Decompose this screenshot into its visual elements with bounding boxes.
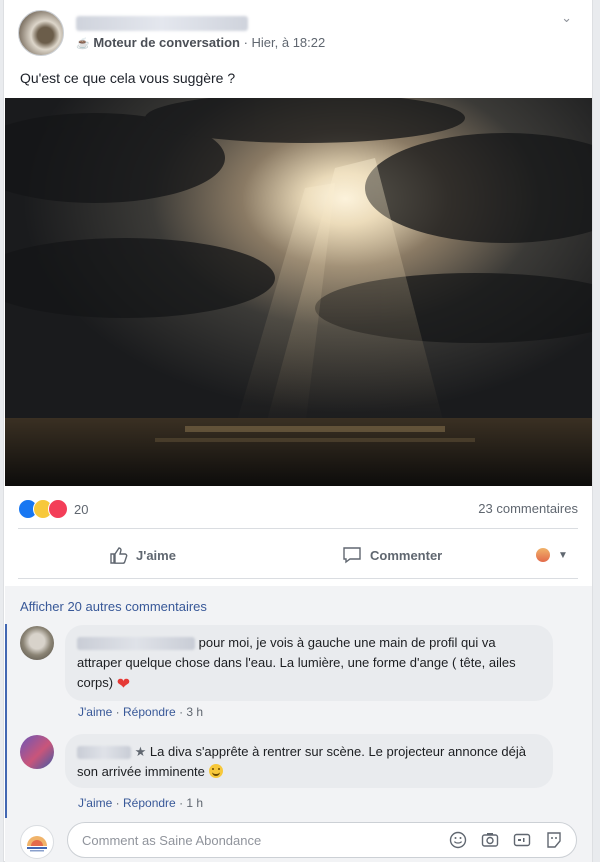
page-avatar-small-icon <box>536 548 550 562</box>
sticker-icon[interactable] <box>544 830 564 850</box>
commenter-name-blurred[interactable] <box>77 746 131 760</box>
post-header: ☕ Moteur de conversation · Hier, à 18:22… <box>18 10 578 58</box>
group-icon: ☕ <box>76 38 90 50</box>
composer-icons <box>448 830 564 850</box>
smile-emoji-icon <box>208 764 223 778</box>
group-name[interactable]: Moteur de conversation <box>93 35 240 50</box>
comment-bubble: pour moi, je vois à gauche une main de p… <box>65 625 553 701</box>
view-more-comments-link[interactable]: Afficher 20 autres commentaires <box>20 599 207 614</box>
separator-dot: · <box>115 796 123 810</box>
post-photo[interactable] <box>5 98 592 486</box>
post-time[interactable]: · Hier, à 18:22 <box>240 35 326 50</box>
commenter-avatar[interactable] <box>20 735 54 769</box>
chevron-down-icon[interactable]: ⌄ <box>561 10 572 26</box>
comment-age[interactable]: 3 h <box>186 705 203 719</box>
comment-reply-link[interactable]: Répondre <box>123 796 176 810</box>
post-card: ☕ Moteur de conversation · Hier, à 18:22… <box>3 0 593 862</box>
comment-bubble: ★ La diva s'apprête à rentrer sur scène.… <box>65 734 553 788</box>
comment-footer: J'aime · Répondre · 3 h <box>78 705 203 719</box>
commenter-name-blurred[interactable] <box>77 637 195 651</box>
author-avatar[interactable] <box>18 10 64 56</box>
sunrise-logo-icon <box>27 836 47 852</box>
gif-icon[interactable] <box>512 830 532 850</box>
comment-footer: J'aime · Répondre · 1 h <box>78 796 203 810</box>
comment-age[interactable]: 1 h <box>186 796 203 810</box>
heart-emoji-icon: ❤ <box>116 676 131 693</box>
divider <box>18 528 578 529</box>
star-icon: ★ <box>134 744 147 759</box>
comment-button[interactable]: Commenter <box>342 537 442 573</box>
emoji-icon[interactable] <box>448 830 468 850</box>
comment-like-link[interactable]: J'aime <box>78 705 112 719</box>
composer-placeholder: Comment as Saine Abondance <box>82 833 262 848</box>
page-avatar[interactable] <box>20 825 54 859</box>
caret-down-icon: ▼ <box>558 549 568 561</box>
comment-label: Commenter <box>370 547 443 563</box>
like-button[interactable]: J'aime <box>108 537 176 573</box>
thread-highlight-bar <box>5 624 7 818</box>
comment-like-link[interactable]: J'aime <box>78 796 112 810</box>
post-text: Qu'est ce que cela vous suggère ? <box>20 70 236 86</box>
commenter-avatar[interactable] <box>20 626 54 660</box>
post-meta: ☕ Moteur de conversation · Hier, à 18:22 <box>76 35 325 50</box>
reaction-count[interactable]: 20 <box>74 502 88 517</box>
comment-count[interactable]: 23 commentaires <box>478 501 578 516</box>
thumbs-up-icon <box>110 547 128 564</box>
reaction-counts-row: 20 23 commentaires <box>18 498 578 520</box>
comment-composer[interactable]: Comment as Saine Abondance <box>67 822 577 858</box>
comment-icon <box>343 547 361 564</box>
author-name-blurred[interactable] <box>76 16 248 31</box>
action-bar: J'aime Commenter ▼ <box>18 537 578 573</box>
reaction-picker-button[interactable]: ▼ <box>536 537 568 573</box>
camera-icon[interactable] <box>480 830 500 850</box>
comment-reply-link[interactable]: Répondre <box>123 705 176 719</box>
love-reaction-icon <box>48 499 68 519</box>
divider <box>18 578 578 579</box>
separator-dot: · <box>115 705 123 719</box>
like-label: J'aime <box>136 547 176 563</box>
